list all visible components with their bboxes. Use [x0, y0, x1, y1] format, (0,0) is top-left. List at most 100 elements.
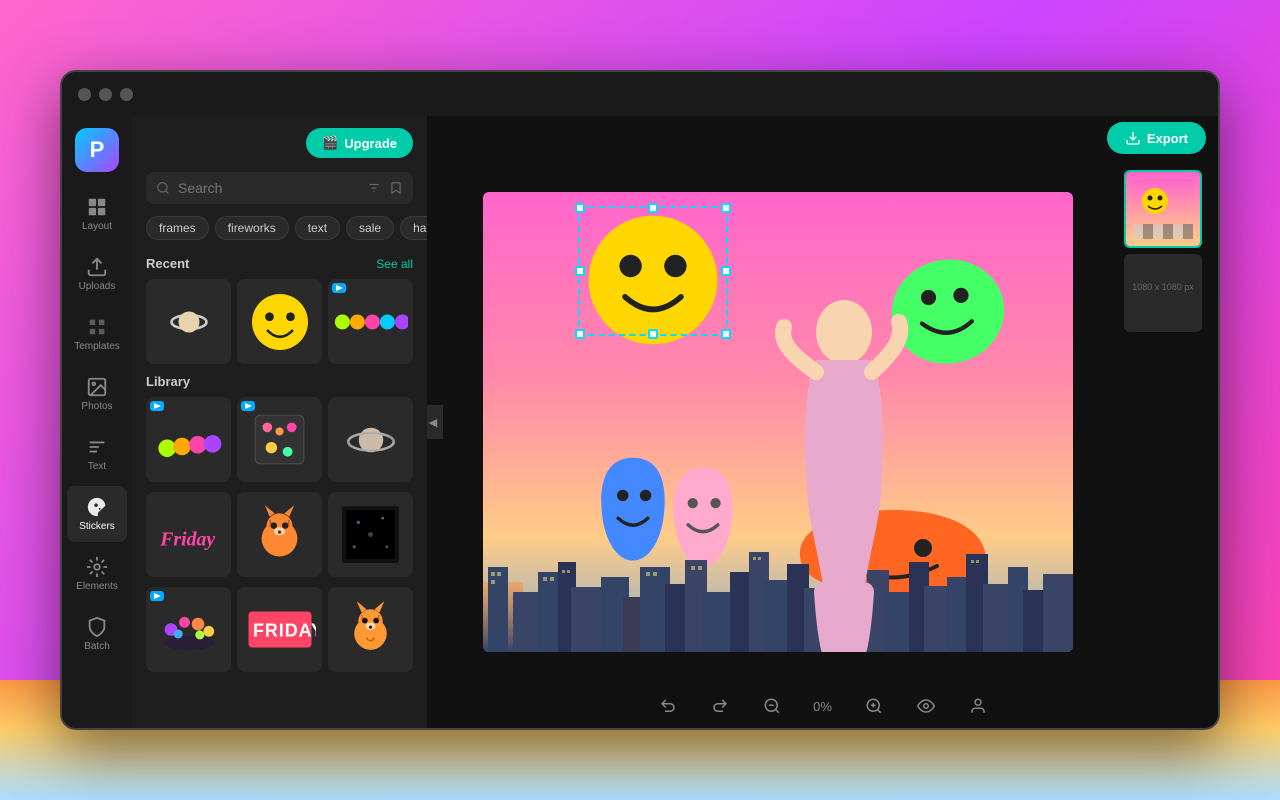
sticker-cell-tiger2[interactable]	[328, 587, 413, 672]
colorful-balls-sticker	[154, 412, 224, 467]
zoom-value: 0%	[808, 699, 838, 714]
person-button[interactable]	[962, 690, 994, 722]
sticker-cell-dark-frame[interactable]	[328, 492, 413, 577]
beads-badge	[332, 283, 346, 293]
templates-icon	[86, 316, 108, 338]
export-icon	[1125, 130, 1141, 146]
zoom-in-button[interactable]	[858, 690, 890, 722]
friday-text-sticker: Friday	[153, 507, 225, 562]
collapse-panel-arrow[interactable]: ◀	[427, 405, 443, 439]
sidebar-item-batch[interactable]: Batch	[67, 606, 127, 662]
upgrade-icon: 🎬	[322, 135, 338, 151]
recent-sticker-grid	[146, 279, 413, 364]
dark-frame-sticker	[338, 502, 403, 567]
search-bar[interactable]	[146, 172, 413, 204]
library-sticker-grid-2: Friday	[146, 492, 413, 577]
sticker-cell-saturn[interactable]	[146, 279, 231, 364]
traffic-dot-1	[78, 88, 91, 101]
browser-content: P Layout Uploads	[62, 116, 1218, 728]
undo-button[interactable]	[652, 690, 684, 722]
yellow-smiley-sticker	[245, 287, 315, 357]
traffic-dot-3	[120, 88, 133, 101]
sticker-cell-beads[interactable]	[328, 279, 413, 364]
sidebar-item-photos[interactable]: Photos	[67, 366, 127, 422]
stickers-panel: 🎬 Upgrade	[132, 116, 427, 728]
sidebar-batch-label: Batch	[84, 641, 110, 652]
canvas-main: ◀	[427, 160, 1218, 684]
library-sticker-grid-3: FRIDAY	[146, 587, 413, 672]
tag-sale[interactable]: sale	[346, 216, 394, 240]
sidebar-item-stickers[interactable]: Stickers	[67, 486, 127, 542]
thumbnail-strip: 1080 x 1080 px	[1118, 160, 1208, 684]
batch-icon	[86, 616, 108, 638]
browser-titlebar	[62, 72, 1218, 116]
upgrade-button[interactable]: 🎬 Upgrade	[306, 128, 413, 158]
eye-button[interactable]	[910, 690, 942, 722]
sticker-cell-friday-stamp[interactable]: FRIDAY	[237, 587, 322, 672]
logo-letter: P	[90, 137, 105, 163]
search-input[interactable]	[178, 180, 359, 196]
svg-text:FRIDAY: FRIDAY	[253, 621, 316, 641]
canvas-dimensions-label: 1080 x 1080 px	[1132, 282, 1194, 292]
sidebar-item-elements[interactable]: Elements	[67, 546, 127, 602]
sidebar-item-templates[interactable]: Templates	[67, 306, 127, 362]
upload-icon	[86, 256, 108, 278]
browser-window: P Layout Uploads	[60, 70, 1220, 730]
search-icon	[156, 180, 170, 196]
video-badge-3	[150, 591, 164, 601]
canvas-topbar: Export	[427, 116, 1218, 160]
thumbnail-1-preview	[1126, 172, 1200, 246]
sidebar-item-text[interactable]: Text	[67, 426, 127, 482]
sidebar: P Layout Uploads	[62, 116, 132, 728]
thumbnail-2-label: 1080 x 1080 px	[1126, 256, 1200, 292]
tags-row: frames fireworks text sale happ	[132, 210, 427, 246]
sidebar-item-uploads[interactable]: Uploads	[67, 246, 127, 302]
sidebar-item-layout[interactable]: Layout	[67, 186, 127, 242]
recent-section-header: Recent See all	[146, 256, 413, 271]
sidebar-photos-label: Photos	[81, 401, 112, 412]
zoom-out-icon	[763, 697, 781, 715]
sidebar-templates-label: Templates	[74, 341, 120, 352]
export-button[interactable]: Export	[1107, 122, 1206, 154]
stickers-scroll: Recent See all	[132, 246, 427, 728]
thumbnail-2[interactable]: 1080 x 1080 px	[1124, 254, 1202, 332]
redo-icon	[711, 697, 729, 715]
tag-frames[interactable]: frames	[146, 216, 209, 240]
see-all-recent[interactable]: See all	[376, 257, 413, 271]
sticker-cell-tiger[interactable]	[237, 492, 322, 577]
stickers-icon	[86, 496, 108, 518]
sticker-cell-yellow-smiley[interactable]	[237, 279, 322, 364]
canvas-area: Export ◀	[427, 116, 1218, 728]
tag-happ[interactable]: happ	[400, 216, 427, 240]
person-icon	[969, 697, 987, 715]
sidebar-elements-label: Elements	[76, 581, 118, 592]
zoom-out-button[interactable]	[756, 690, 788, 722]
crown-sticker	[153, 602, 225, 657]
thumbnail-1-svg	[1133, 179, 1193, 239]
redo-button[interactable]	[704, 690, 736, 722]
sticker-cell-saturn2[interactable]	[328, 397, 413, 482]
tiger-sticker	[247, 502, 312, 567]
traffic-dot-2	[99, 88, 112, 101]
sticker-cell-colorful-balls[interactable]	[146, 397, 231, 482]
filter-icon[interactable]	[367, 180, 381, 196]
thumbnail-1[interactable]	[1124, 170, 1202, 248]
photos-icon	[86, 376, 108, 398]
layout-icon	[86, 196, 108, 218]
canvas-wrapper: ◀	[437, 160, 1118, 684]
canvas-frame[interactable]	[483, 192, 1073, 652]
tag-text[interactable]: text	[295, 216, 340, 240]
beads-sticker	[333, 303, 408, 341]
sticker-cell-flowers[interactable]	[237, 397, 322, 482]
library-sticker-grid-1	[146, 397, 413, 482]
sticker-cell-friday-text[interactable]: Friday	[146, 492, 231, 577]
elements-icon	[86, 556, 108, 578]
app-logo[interactable]: P	[75, 128, 119, 172]
eye-icon	[917, 697, 935, 715]
woman-svg	[734, 272, 954, 652]
sticker-cell-crown[interactable]	[146, 587, 231, 672]
tag-fireworks[interactable]: fireworks	[215, 216, 289, 240]
library-section-header: Library	[146, 374, 413, 389]
selected-smiley-element[interactable]	[583, 210, 723, 330]
bookmark-icon[interactable]	[389, 180, 403, 196]
